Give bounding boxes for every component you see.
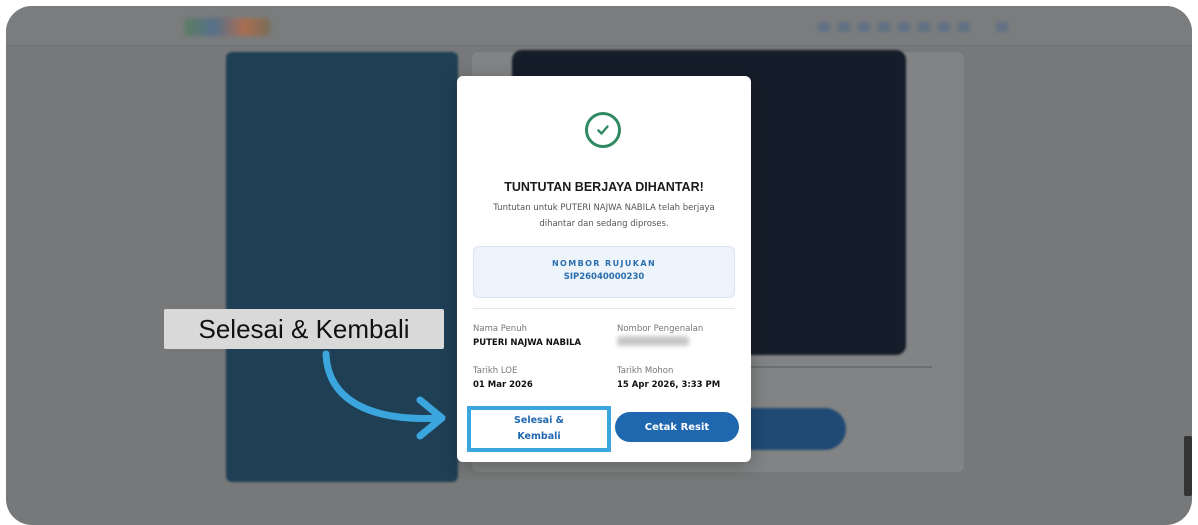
- nav-icon: [958, 22, 970, 32]
- nav-icon: [878, 22, 890, 32]
- nav-icon: [996, 22, 1008, 32]
- background-scroll-edge: [1184, 436, 1192, 496]
- modal-title: TUNTUTAN BERJAYA DIHANTAR!: [504, 180, 704, 194]
- full-name-label: Nama Penuh: [473, 324, 527, 334]
- reference-label: NOMBOR RUJUKAN: [551, 259, 657, 268]
- background-header: [6, 6, 1192, 46]
- curved-arrow-icon: [322, 350, 446, 440]
- nav-icon: [838, 22, 850, 32]
- loe-date-label: Tarikh LOE: [473, 366, 518, 376]
- apply-date-value: 15 Apr 2026, 3:33 PM: [617, 380, 721, 390]
- reference-box: NOMBOR RUJUKAN SIP26040000230: [473, 246, 735, 298]
- success-modal: TUNTUTAN BERJAYA DIHANTAR! Tuntutan untu…: [457, 76, 751, 462]
- divider: [473, 308, 735, 309]
- id-number-redacted: [617, 336, 689, 346]
- nav-icon: [918, 22, 930, 32]
- nav-icon: [858, 22, 870, 32]
- id-number-label: Nombor Pengenalan: [617, 324, 704, 334]
- nav-icon: [898, 22, 910, 32]
- reference-number: SIP26040000230: [563, 272, 645, 282]
- annotation-callout: Selesai & Kembali: [164, 309, 444, 349]
- check-circle-icon: [585, 112, 621, 148]
- app-logo: [184, 18, 270, 36]
- print-receipt-button[interactable]: Cetak Resit: [615, 412, 739, 442]
- apply-date-label: Tarikh Mohon: [617, 366, 674, 376]
- background-divider: [746, 366, 932, 368]
- finish-and-return-button[interactable]: Selesai & Kembali: [467, 406, 611, 452]
- loe-date-value: 01 Mar 2026: [473, 380, 533, 390]
- screen-frame: TUNTUTAN BERJAYA DIHANTAR! Tuntutan untu…: [6, 6, 1192, 525]
- nav-icon: [938, 22, 950, 32]
- modal-description: Tuntutan untuk PUTERI NAJWA NABILA telah…: [493, 203, 715, 229]
- full-name-value: PUTERI NAJWA NABILA: [473, 338, 582, 348]
- nav-icon: [818, 22, 830, 32]
